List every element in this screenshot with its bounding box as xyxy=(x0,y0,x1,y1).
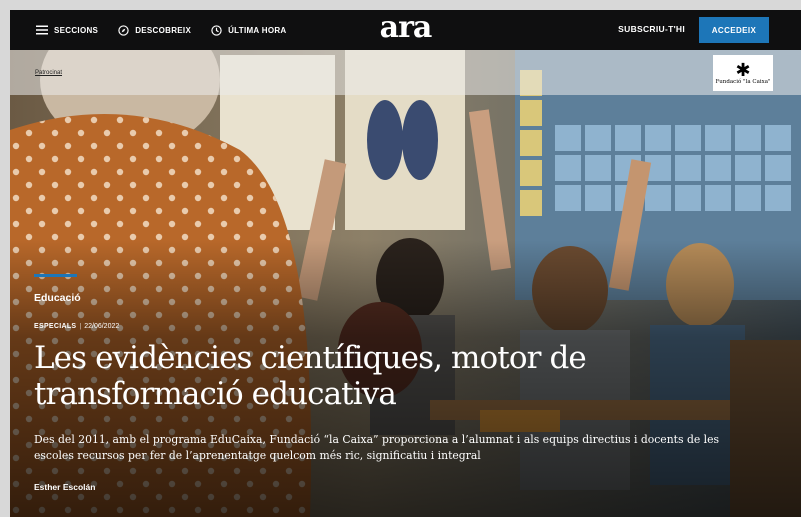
article-lede: Des del 2011, amb el programa EduCaixa, … xyxy=(34,433,720,462)
clock-icon xyxy=(211,24,222,36)
sponsor-logo[interactable]: ✱ Fundació "la Caixa" xyxy=(713,55,773,91)
nav-discover[interactable]: DESCOBREIX xyxy=(118,24,192,36)
meta-separator: | xyxy=(79,323,82,330)
nav-sections[interactable]: SECCIONS xyxy=(36,25,98,35)
nav-latest-label: ÚLTIMA HORA xyxy=(228,25,287,35)
menu-icon xyxy=(36,25,48,35)
nav-sections-label: SECCIONS xyxy=(54,25,99,35)
site-logo[interactable]: ara xyxy=(380,13,433,43)
nav-discover-label: DESCOBREIX xyxy=(135,25,192,35)
article-tag[interactable]: ESPECIALS xyxy=(34,323,76,330)
sponsor-strip: Patrocinat ✱ Fundació "la Caixa" xyxy=(10,50,801,95)
nav-latest[interactable]: ÚLTIMA HORA xyxy=(211,24,287,36)
star-icon: ✱ xyxy=(735,60,751,80)
compass-icon xyxy=(118,24,129,36)
article-title[interactable]: Les evidències científiques, motor de tr… xyxy=(34,340,764,412)
article-author[interactable]: Esther Escolán xyxy=(34,482,95,492)
sponsor-logo-text: Fundació "la Caixa" xyxy=(715,79,771,85)
category-accent-bar xyxy=(34,274,77,277)
main-nav: SECCIONS DESCOBREIX ÚLTIMA HORA xyxy=(36,24,287,36)
article-date: 22/06/2022 xyxy=(84,323,120,330)
login-button[interactable]: ACCEDEIX xyxy=(699,17,769,43)
page-frame: SECCIONS DESCOBREIX ÚLTIMA HORA ara SUBS… xyxy=(10,10,801,517)
article-category[interactable]: Educació xyxy=(34,292,81,304)
article-meta: ESPECIALS | 22/06/2022 xyxy=(34,323,119,330)
subscribe-link[interactable]: SUBSCRIU-T'HI xyxy=(618,24,685,34)
site-header: SECCIONS DESCOBREIX ÚLTIMA HORA ara SUBS… xyxy=(10,10,801,50)
sponsored-label[interactable]: Patrocinat xyxy=(35,70,62,76)
